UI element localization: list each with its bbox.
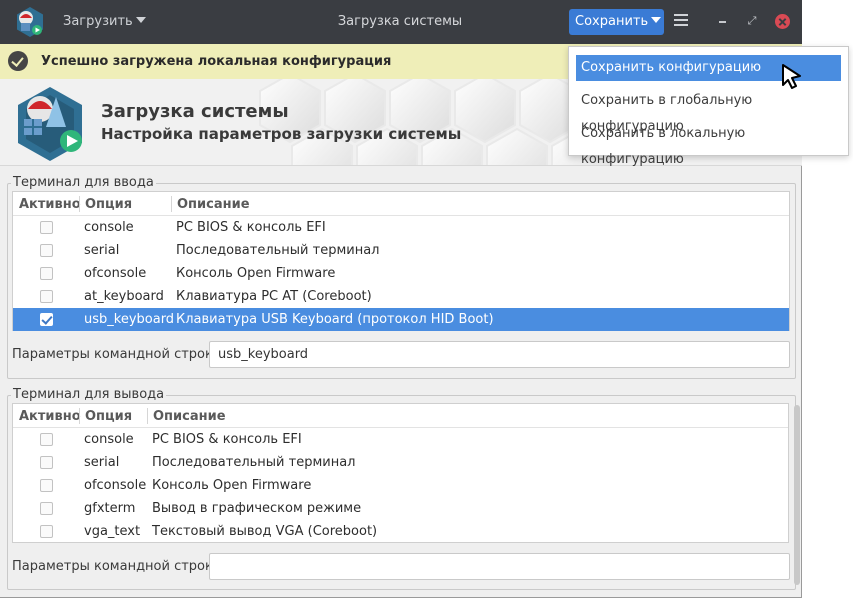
app-logo-icon [18, 87, 82, 161]
option-description: Консоль Open Firmware [152, 478, 312, 493]
output-terminal-table: Активно Опция Описание console PC BIOS &… [12, 403, 789, 543]
column-header-description[interactable]: Описание [153, 409, 226, 424]
table-row-selected[interactable]: usb_keyboard Клавиатура USB Keyboard (пр… [13, 308, 789, 331]
check-circle-icon [8, 51, 28, 71]
table-row[interactable]: serial Последовательный терминал [13, 451, 788, 474]
checkbox-icon[interactable] [40, 221, 53, 234]
caret-down-icon [651, 17, 662, 23]
column-header-active[interactable]: Активно [19, 409, 81, 424]
option-name: console [84, 220, 134, 235]
input-terminal-table: Активно Опция Описание console PC BIOS &… [12, 191, 790, 331]
table-row[interactable]: ofconsole Консоль Open Firmware [13, 262, 789, 285]
minimize-icon[interactable] [716, 12, 730, 30]
input-terminal-group-label: Терминал для ввода [11, 175, 156, 190]
checkbox-icon[interactable] [40, 525, 53, 538]
app-logo-icon [17, 7, 43, 37]
column-header-option[interactable]: Опция [85, 197, 132, 212]
checkbox-icon[interactable] [40, 502, 53, 515]
option-description: Последовательный терминал [176, 243, 380, 258]
checkbox-icon[interactable] [40, 479, 53, 492]
table-row[interactable]: at_keyboard Клавиатура PC AT (Coreboot) [13, 285, 789, 308]
table-row[interactable]: console PC BIOS & консоль EFI [13, 216, 789, 239]
save-dropdown-menu: Сохранить конфигурацию Сохранить в глоба… [568, 46, 849, 167]
input-cmdline-label: Параметры командной строки: [12, 347, 226, 362]
vertical-scrollbar[interactable] [794, 405, 800, 585]
load-menu-button[interactable]: Загрузить [63, 14, 146, 29]
column-header-description[interactable]: Описание [177, 197, 250, 212]
option-description: Последовательный терминал [152, 455, 356, 470]
table-header: Активно Опция Описание [13, 404, 788, 428]
menu-item-save-local-config[interactable]: Сохранить в локальную конфигурацию [576, 121, 841, 167]
column-divider[interactable] [79, 408, 80, 424]
output-cmdline-label: Параметры командной строки: [12, 559, 226, 574]
checkbox-icon[interactable] [40, 290, 53, 303]
table-header: Активно Опция Описание [13, 192, 789, 216]
close-icon[interactable] [775, 14, 790, 29]
load-menu-label: Загрузить [63, 14, 133, 29]
page-subtitle: Настройка параметров загрузки системы [101, 125, 462, 143]
option-name: vga_text [84, 524, 141, 539]
mouse-pointer-icon [782, 64, 801, 89]
option-name: gfxterm [84, 501, 136, 516]
caret-down-icon [135, 17, 146, 23]
option-name: console [84, 432, 134, 447]
table-row[interactable]: console PC BIOS & консоль EFI [13, 428, 788, 451]
table-row[interactable]: ofconsole Консоль Open Firmware [13, 474, 788, 497]
window-title: Загрузка системы [337, 14, 463, 29]
checkbox-icon[interactable] [40, 313, 53, 326]
option-description: PC BIOS & консоль EFI [152, 432, 302, 447]
table-row[interactable]: gfxterm Вывод в графическом режиме [13, 497, 788, 520]
menu-item-save-global-config[interactable]: Сохранить в глобальную конфигурацию [576, 88, 841, 134]
output-cmdline-field[interactable] [209, 553, 790, 580]
column-header-option[interactable]: Опция [85, 409, 132, 424]
checkbox-icon[interactable] [40, 456, 53, 469]
checkbox-icon[interactable] [40, 267, 53, 280]
notification-text: Успешно загружена локальная конфигурация [41, 54, 392, 69]
output-terminal-group-label: Терминал для вывода [11, 387, 167, 402]
column-header-active[interactable]: Активно [19, 197, 81, 212]
input-cmdline-field[interactable] [209, 341, 790, 368]
checkbox-icon[interactable] [40, 244, 53, 257]
column-divider[interactable] [147, 408, 148, 424]
save-button[interactable]: Сохранить [569, 9, 664, 35]
option-name: ofconsole [84, 266, 147, 281]
hamburger-menu-icon[interactable] [674, 14, 688, 27]
column-divider[interactable] [171, 196, 172, 212]
option-name: usb_keyboard [84, 312, 175, 327]
page-title: Загрузка системы [101, 101, 289, 122]
save-button-label: Сохранить [575, 14, 649, 29]
option-name: serial [84, 455, 120, 470]
table-row[interactable]: vga_text Текстовый вывод VGA (Coreboot) [13, 520, 788, 543]
option-description: Клавиатура PC AT (Coreboot) [176, 289, 372, 304]
option-description: Клавиатура USB Keyboard (протокол HID Bo… [176, 312, 494, 327]
option-description: Вывод в графическом режиме [152, 501, 362, 516]
option-name: ofconsole [84, 478, 147, 493]
option-description: PC BIOS & консоль EFI [176, 220, 326, 235]
titlebar: Загрузить Загрузка системы Сохранить ⤢ [0, 0, 802, 44]
checkbox-icon[interactable] [40, 433, 53, 446]
option-name: at_keyboard [84, 289, 164, 304]
table-row[interactable]: serial Последовательный терминал [13, 239, 789, 262]
maximize-icon[interactable]: ⤢ [744, 12, 760, 30]
option-description: Текстовый вывод VGA (Coreboot) [152, 524, 378, 539]
column-divider[interactable] [79, 196, 80, 212]
option-name: serial [84, 243, 120, 258]
option-description: Консоль Open Firmware [176, 266, 336, 281]
